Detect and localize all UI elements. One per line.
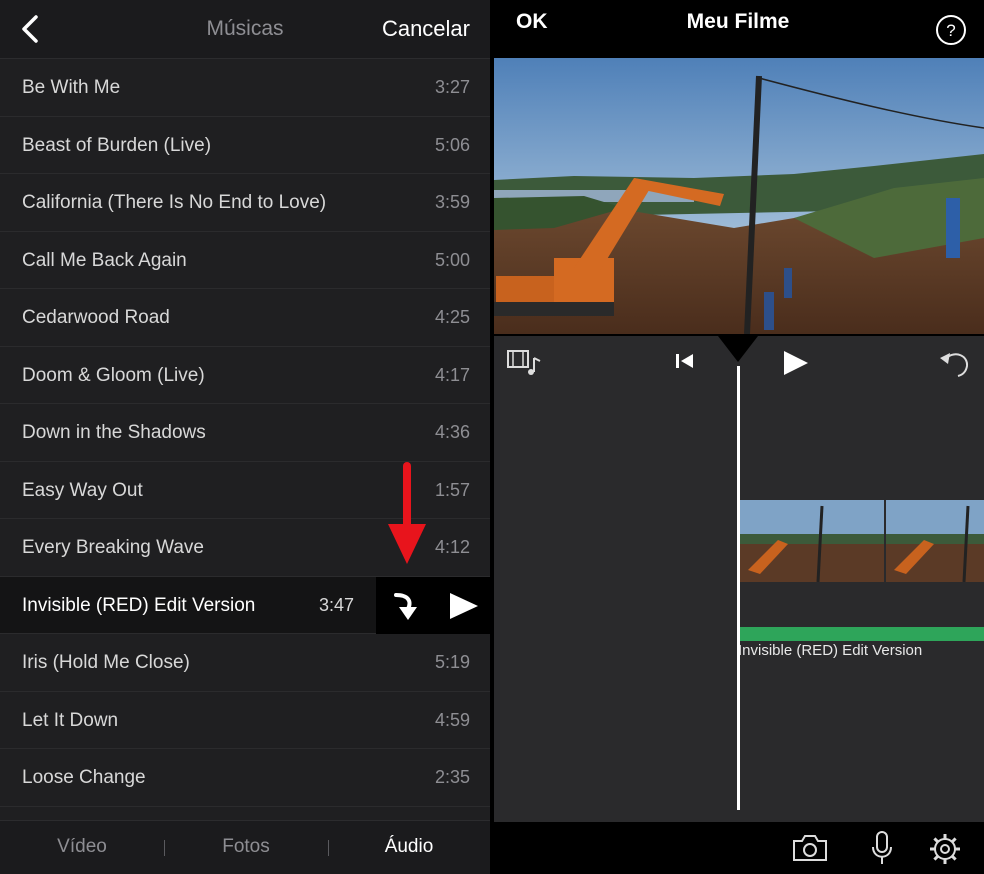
- play-preview-icon[interactable]: [442, 587, 482, 625]
- help-icon[interactable]: ?: [935, 14, 967, 46]
- back-chevron-icon[interactable]: [14, 11, 48, 47]
- cancel-button[interactable]: Cancelar: [382, 0, 470, 58]
- undo-icon[interactable]: [936, 348, 970, 378]
- tab-video[interactable]: Vídeo: [22, 821, 142, 873]
- song-list: Be With Me 3:27 Beast of Burden (Live) 5:0…: [0, 59, 490, 807]
- editor-toolbar: [492, 822, 984, 874]
- song-row[interactable]: Let It Down 4:59: [0, 692, 490, 749]
- song-duration: 5:00: [434, 249, 470, 270]
- tab-divider: [164, 840, 165, 856]
- song-title: Beast of Burden (Live): [22, 134, 212, 156]
- play-icon[interactable]: [780, 348, 810, 378]
- song-row[interactable]: Cedarwood Road 4:25: [0, 289, 490, 347]
- song-title: Cedarwood Road: [22, 307, 170, 328]
- song-duration: 5:06: [434, 134, 470, 155]
- song-row[interactable]: Be With Me 3:27: [0, 59, 490, 117]
- music-browser-panel: Músicas Cancelar Be With Me 3:27 Beast of…: [0, 0, 490, 874]
- microphone-icon[interactable]: [870, 830, 894, 866]
- song-duration: 4:36: [434, 422, 470, 442]
- camera-icon[interactable]: [790, 832, 830, 864]
- song-duration: 3:47: [318, 594, 354, 615]
- video-clip-thumbnails[interactable]: [738, 500, 984, 582]
- audio-clip-label: Invisible (RED) Edit Version: [738, 642, 923, 659]
- song-row[interactable]: Down in the Shadows 4:36: [0, 404, 490, 462]
- song-duration: 4:12: [434, 537, 470, 557]
- song-title: Loose Change: [22, 767, 146, 788]
- timeline-editor[interactable]: Invisible (RED) Edit Version: [494, 336, 984, 822]
- song-row[interactable]: Beast of Burden (Live) 5:06: [0, 117, 490, 174]
- skip-to-start-icon[interactable]: [674, 351, 696, 371]
- song-title: Be With Me: [22, 77, 121, 98]
- song-title: Easy Way Out: [22, 479, 143, 501]
- song-title: Doom & Gloom (Live): [22, 364, 205, 386]
- song-duration: 2:35: [434, 767, 470, 787]
- song-row[interactable]: Call Me Back Again 5:00: [0, 232, 490, 289]
- song-row[interactable]: California (There Is No End to Love) 3:59: [0, 174, 490, 232]
- song-duration: 4:25: [434, 307, 470, 327]
- song-duration: 3:59: [434, 192, 470, 212]
- song-row[interactable]: Easy Way Out 1:57: [0, 462, 490, 519]
- gear-icon[interactable]: [928, 832, 962, 866]
- song-row[interactable]: Every Breaking Wave 4:12: [0, 519, 490, 577]
- song-title: Call Me Back Again: [22, 249, 187, 271]
- tab-audio[interactable]: Áudio: [349, 821, 469, 873]
- song-title: California (There Is No End to Love): [22, 192, 327, 213]
- ok-button[interactable]: OK: [516, 10, 548, 34]
- song-title: Down in the Shadows: [22, 422, 206, 443]
- music-nav-bar: Músicas Cancelar: [0, 0, 490, 59]
- audio-clip-bar[interactable]: [738, 627, 984, 641]
- song-duration: 5:19: [434, 652, 470, 672]
- playhead-line[interactable]: [737, 366, 740, 810]
- editor-nav-bar: OK Meu Filme ?: [492, 0, 984, 58]
- svg-text:?: ?: [946, 21, 955, 40]
- clip-audio-icon[interactable]: [506, 348, 544, 376]
- song-title: Let It Down: [22, 709, 119, 731]
- song-duration: 4:17: [434, 364, 470, 385]
- song-title: Every Breaking Wave: [22, 537, 204, 558]
- song-row-actions: [376, 576, 490, 634]
- song-duration: 4:59: [434, 709, 470, 730]
- song-title: Iris (Hold Me Close): [22, 652, 190, 673]
- song-row-selected[interactable]: Invisible (RED) Edit Version 3:47: [0, 576, 490, 634]
- tab-photos[interactable]: Fotos: [186, 821, 306, 873]
- song-row[interactable]: Doom & Gloom (Live) 4:17: [0, 347, 490, 404]
- movie-editor-panel: OK Meu Filme ? Invisible (RED) Edit Vers…: [492, 0, 984, 874]
- add-to-project-curved-arrow-icon[interactable]: [386, 587, 426, 625]
- source-tab-bar: Vídeo Fotos Áudio: [0, 820, 490, 874]
- song-duration: 1:57: [434, 479, 470, 500]
- song-title: Invisible (RED) Edit Version: [22, 594, 256, 616]
- video-preview[interactable]: [494, 58, 984, 334]
- song-duration: 3:27: [434, 77, 470, 97]
- song-row[interactable]: Loose Change 2:35: [0, 749, 490, 807]
- movie-title: Meu Filme: [686, 10, 790, 33]
- playhead-marker-icon: [718, 336, 758, 362]
- tab-divider: [328, 840, 329, 856]
- song-row[interactable]: Iris (Hold Me Close) 5:19: [0, 634, 490, 692]
